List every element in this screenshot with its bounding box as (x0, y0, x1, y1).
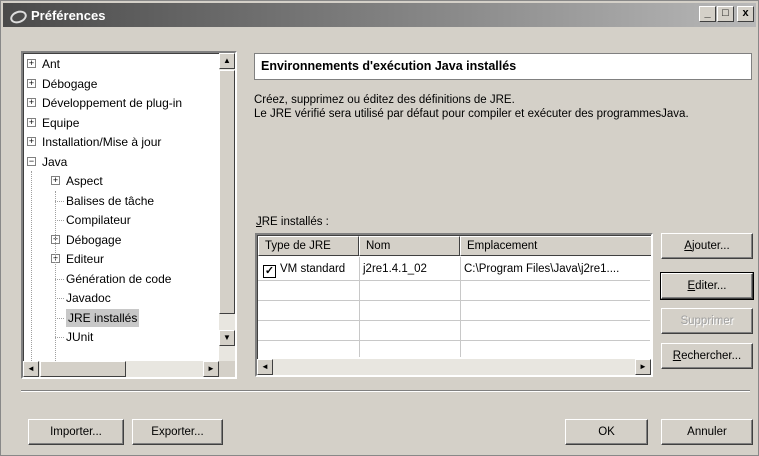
jre-default-checkbox[interactable]: ✓ (263, 265, 276, 278)
tree-item-label: Editeur (66, 252, 105, 266)
tree-item-label: Débogage (66, 232, 122, 247)
tree-item-label: Equipe (42, 115, 80, 130)
table-scroll-left-button[interactable]: ◄ (257, 359, 273, 375)
column-divider (359, 257, 360, 357)
tree-item-label: JUnit (66, 330, 94, 344)
import-button[interactable]: Importer... (28, 419, 124, 445)
table-horizontal-scrollbar[interactable]: ◄ ► (257, 359, 651, 375)
tree-item-label: Javadoc (66, 291, 111, 305)
expand-icon[interactable]: + (27, 59, 36, 68)
maximize-button[interactable]: □ (717, 6, 734, 22)
jre-name-cell[interactable]: j2re1.4.1_02 (359, 259, 460, 279)
row-divider (258, 280, 650, 281)
tree-connector (55, 200, 64, 202)
collapse-icon[interactable]: − (27, 156, 36, 166)
table-scroll-right-button[interactable]: ► (635, 359, 651, 375)
minimize-button[interactable]: _ (699, 6, 716, 22)
scroll-thumb[interactable] (219, 70, 235, 314)
scroll-right-button[interactable]: ► (203, 361, 219, 377)
tree-connector (55, 191, 56, 361)
jre-type-cell[interactable]: ✓ VM standard (259, 259, 359, 279)
jre-table[interactable]: Type de JRE Nom Emplacement ✓ VM standard… (255, 233, 653, 377)
expand-icon[interactable]: + (27, 137, 36, 146)
row-divider (258, 340, 650, 341)
tree-item-label: Compilateur (66, 213, 131, 227)
close-button[interactable]: x (737, 6, 754, 22)
preferences-tree[interactable]: + Ant + Débogage + Développement de plug-in + E… (21, 51, 237, 379)
tree-item-label: Ant (42, 57, 61, 71)
tree-item-label: Aspect (66, 174, 103, 188)
jre-label-text: RE installés : (261, 216, 329, 228)
separator (21, 390, 750, 392)
expand-icon[interactable]: + (27, 117, 36, 127)
tree-connector (55, 317, 64, 319)
column-header-name[interactable]: Nom (359, 236, 460, 256)
eclipse-app-icon (9, 8, 25, 22)
scroll-left-button[interactable]: ◄ (23, 361, 39, 377)
edit-label: diter... (695, 280, 727, 292)
column-header-type[interactable]: Type de JRE (258, 236, 359, 256)
tree-item-label: Développement de plug-in (42, 96, 183, 110)
window-title: Préférences (31, 7, 106, 23)
description-line-2: Le JRE vérifié sera utilisé par défaut p… (254, 108, 689, 120)
title-bar[interactable]: Préférences _ □ x (3, 3, 756, 27)
cancel-button[interactable]: Annuler (661, 419, 753, 445)
hscroll-thumb[interactable] (40, 361, 126, 377)
ok-button[interactable]: OK (565, 419, 648, 445)
tree-item-label: Débogage (42, 76, 98, 91)
installed-jres-label: JRE installés : (256, 216, 329, 228)
expand-icon[interactable]: + (27, 78, 36, 88)
tree-vertical-scrollbar[interactable]: ▲ ▼ (219, 53, 235, 363)
remove-jre-button[interactable]: Supprimer (661, 308, 753, 334)
row-divider (258, 300, 650, 301)
tree-horizontal-scrollbar[interactable]: ◄ ► (23, 361, 219, 377)
jre-type-text: VM standard (280, 263, 346, 275)
tree-item-label: Balises de tâche (66, 193, 155, 208)
search-label: echercher... (681, 350, 742, 362)
tree-item-label: JRE installés (66, 308, 140, 327)
add-jre-button[interactable]: Ajouter... (661, 233, 753, 259)
edit-jre-button[interactable]: Editer... (660, 272, 754, 300)
row-divider (258, 320, 650, 321)
tree-item-label: Java (42, 154, 68, 169)
add-mnemonic: A (684, 240, 692, 252)
tree-item-label: Génération de code (66, 271, 172, 286)
page-description: Créez, supprimez ou éditez des définitio… (254, 93, 689, 121)
tree-connector (55, 298, 64, 299)
expand-icon[interactable]: + (51, 176, 60, 185)
tree-connector (31, 171, 32, 361)
scroll-corner (219, 361, 235, 377)
search-mnemonic: R (672, 350, 682, 362)
tree-connector (55, 278, 64, 280)
description-line-1: Créez, supprimez ou éditez des définitio… (254, 94, 515, 106)
export-button[interactable]: Exporter... (132, 419, 223, 445)
column-divider (460, 257, 461, 357)
search-jre-button[interactable]: Rechercher... (661, 343, 753, 369)
scroll-down-button[interactable]: ▼ (219, 330, 235, 346)
preferences-window: Préférences _ □ x + Ant + Débogage + Développ… (0, 0, 759, 456)
tree-connector (55, 337, 64, 338)
page-title: Environnements d'exécution Java installé… (254, 53, 752, 80)
tree-item-label: Installation/Mise à jour (42, 135, 162, 149)
expand-icon[interactable]: + (27, 98, 36, 107)
scroll-up-button[interactable]: ▲ (219, 53, 235, 69)
jre-location-cell[interactable]: C:\Program Files\Java\j2re1.... (460, 259, 651, 279)
tree-connector (55, 220, 64, 221)
add-label: jouter... (691, 240, 730, 252)
column-header-location[interactable]: Emplacement (460, 236, 651, 256)
